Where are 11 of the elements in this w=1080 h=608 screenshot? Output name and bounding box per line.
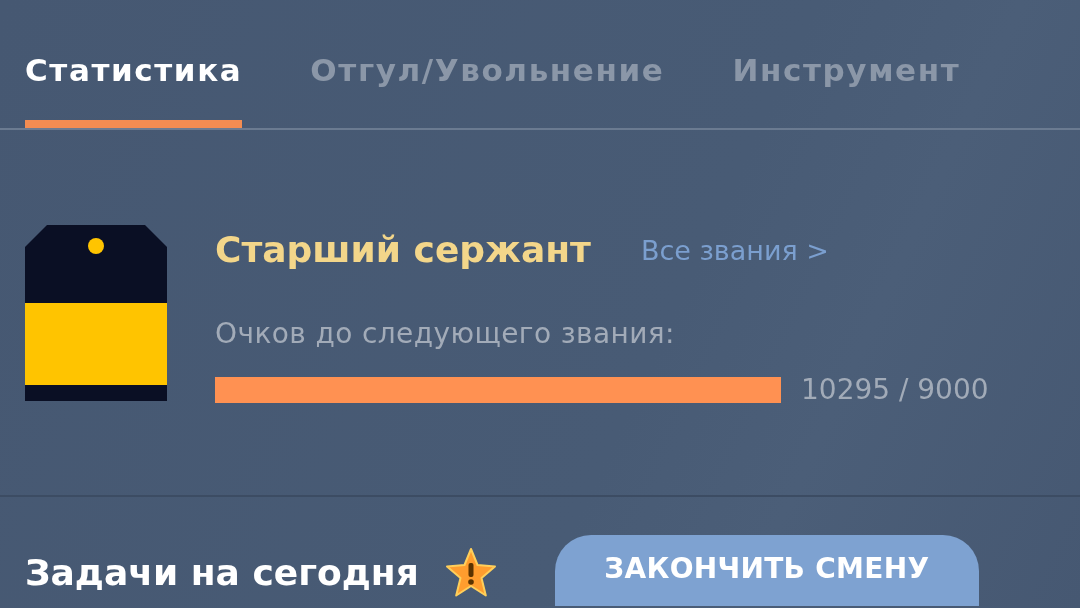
tab[interactable]: Статистика xyxy=(25,46,243,128)
tasks-title: Задачи на сегодня xyxy=(25,551,419,595)
points-reading: 10295 / 9000 xyxy=(801,373,989,407)
shoulder-board-icon xyxy=(25,225,167,401)
end-shift-button[interactable]: ЗАКОНЧИТЬ СМЕНУ xyxy=(554,535,979,606)
rank-title: Старший сержант xyxy=(215,228,591,272)
tab[interactable]: Отгул/Увольнение xyxy=(310,46,665,128)
star-exclamation-icon xyxy=(444,547,497,599)
progress-label: Очков до следующего звания: xyxy=(215,317,676,351)
tab[interactable]: Инструмент xyxy=(732,46,961,128)
all-ranks-link[interactable]: Все звания > xyxy=(640,233,829,269)
